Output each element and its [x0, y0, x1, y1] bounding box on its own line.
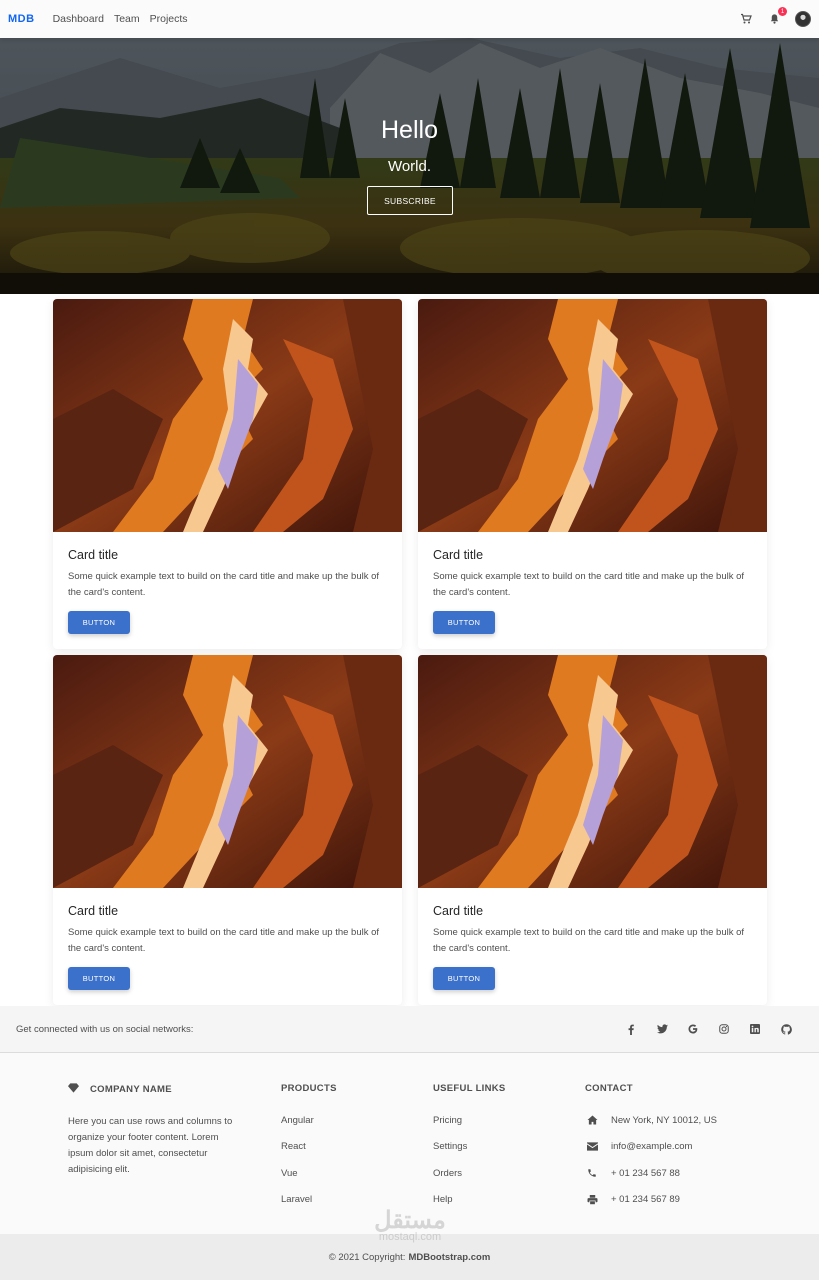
- card-image: [418, 655, 767, 888]
- footer-link-vue[interactable]: Vue: [281, 1160, 337, 1187]
- hero-subtitle: World.: [387, 158, 432, 175]
- contact-address-text: New York, NY 10012, US: [611, 1114, 717, 1126]
- contact-phone-text: + 01 234 567 88: [611, 1167, 680, 1179]
- navbar: MDB Dashboard Team Projects 1: [0, 0, 819, 38]
- subscribe-button[interactable]: SUBSCRIBE: [367, 186, 453, 215]
- nav-link-team[interactable]: Team: [114, 13, 140, 25]
- card: Card title Some quick example text to bu…: [53, 299, 402, 649]
- copyright-bar: © 2021 Copyright: MDBootstrap.com: [0, 1234, 819, 1280]
- hero-section: Hello World. SUBSCRIBE: [0, 38, 819, 294]
- hero-title: Hello: [381, 116, 438, 144]
- nav-links: Dashboard Team Projects: [53, 13, 188, 25]
- footer-link-react[interactable]: React: [281, 1134, 337, 1161]
- cart-icon[interactable]: [739, 12, 753, 26]
- footer-useful-links-title: USEFUL LINKS: [433, 1083, 506, 1094]
- social-bar: Get connected with us on social networks…: [0, 1006, 819, 1053]
- footer-company-column: COMPANY NAME Here you can use rows and c…: [68, 1083, 240, 1178]
- contact-fax: + 01 234 567 89: [585, 1187, 717, 1214]
- twitter-icon[interactable]: [655, 1022, 669, 1036]
- github-icon[interactable]: [779, 1022, 793, 1036]
- footer-products-title: PRODUCTS: [281, 1083, 337, 1094]
- contact-fax-text: + 01 234 567 89: [611, 1194, 680, 1206]
- nav-link-projects[interactable]: Projects: [150, 13, 188, 25]
- card-text: Some quick example text to build on the …: [433, 927, 745, 954]
- footer-company-heading: COMPANY NAME: [68, 1083, 240, 1096]
- bell-icon[interactable]: 1: [767, 7, 787, 26]
- footer-link-pricing[interactable]: Pricing: [433, 1107, 506, 1134]
- contact-address: New York, NY 10012, US: [585, 1107, 717, 1134]
- footer-products-column: PRODUCTS Angular React Vue Laravel: [281, 1083, 337, 1213]
- card-title: Card title: [68, 548, 119, 562]
- google-icon[interactable]: [686, 1022, 700, 1036]
- card-title: Card title: [433, 904, 484, 918]
- card-button[interactable]: BUTTON: [433, 967, 495, 990]
- card: Card title Some quick example text to bu…: [418, 655, 767, 1005]
- nav-link-dashboard[interactable]: Dashboard: [53, 13, 104, 25]
- card-image: [418, 299, 767, 532]
- gem-icon: [68, 1083, 79, 1096]
- brand-logo[interactable]: MDB: [8, 13, 35, 25]
- print-icon: [585, 1194, 599, 1205]
- contact-phone: + 01 234 567 88: [585, 1160, 717, 1187]
- card-text: Some quick example text to build on the …: [68, 927, 380, 954]
- card-title: Card title: [68, 904, 119, 918]
- card-button[interactable]: BUTTON: [433, 611, 495, 634]
- linkedin-icon[interactable]: [748, 1022, 762, 1036]
- home-icon: [585, 1115, 599, 1125]
- footer-company-text: Here you can use rows and columns to org…: [68, 1116, 233, 1175]
- footer-products-list: Angular React Vue Laravel: [281, 1107, 337, 1213]
- footer-link-help[interactable]: Help: [433, 1187, 506, 1214]
- nav-right: 1: [739, 7, 811, 27]
- card: Card title Some quick example text to bu…: [53, 655, 402, 1005]
- hero-content: Hello World. SUBSCRIBE: [0, 38, 819, 294]
- footer-link-orders[interactable]: Orders: [433, 1160, 506, 1187]
- card-title: Card title: [433, 548, 484, 562]
- copyright-text: © 2021 Copyright:: [328, 1251, 406, 1263]
- contact-email: info@example.com: [585, 1134, 717, 1161]
- footer-link-laravel[interactable]: Laravel: [281, 1187, 337, 1214]
- footer-company-title: COMPANY NAME: [90, 1084, 172, 1095]
- footer-link-angular[interactable]: Angular: [281, 1107, 337, 1134]
- footer-contact-column: CONTACT New York, NY 10012, US info@exam…: [585, 1083, 717, 1213]
- contact-email-text: info@example.com: [611, 1141, 693, 1153]
- envelope-icon: [585, 1142, 599, 1151]
- social-icons: [624, 1022, 793, 1036]
- notification-badge: 1: [778, 7, 787, 16]
- footer-contact-list: New York, NY 10012, US info@example.com …: [585, 1107, 717, 1213]
- facebook-icon[interactable]: [624, 1022, 638, 1036]
- card-image: [53, 299, 402, 532]
- copyright-brand-link[interactable]: MDBootstrap.com: [408, 1252, 490, 1263]
- card-text: Some quick example text to build on the …: [433, 571, 745, 598]
- card-text: Some quick example text to build on the …: [68, 571, 380, 598]
- footer: COMPANY NAME Here you can use rows and c…: [0, 1053, 819, 1234]
- card: Card title Some quick example text to bu…: [418, 299, 767, 649]
- footer-useful-links-list: Pricing Settings Orders Help: [433, 1107, 506, 1213]
- footer-useful-links-column: USEFUL LINKS Pricing Settings Orders Hel…: [433, 1083, 506, 1213]
- avatar[interactable]: [795, 11, 811, 27]
- social-text: Get connected with us on social networks…: [16, 1023, 194, 1035]
- instagram-icon[interactable]: [717, 1022, 731, 1036]
- card-button[interactable]: BUTTON: [68, 611, 130, 634]
- footer-link-settings[interactable]: Settings: [433, 1134, 506, 1161]
- card-image: [53, 655, 402, 888]
- phone-icon: [585, 1168, 599, 1178]
- footer-contact-title: CONTACT: [585, 1083, 633, 1094]
- card-button[interactable]: BUTTON: [68, 967, 130, 990]
